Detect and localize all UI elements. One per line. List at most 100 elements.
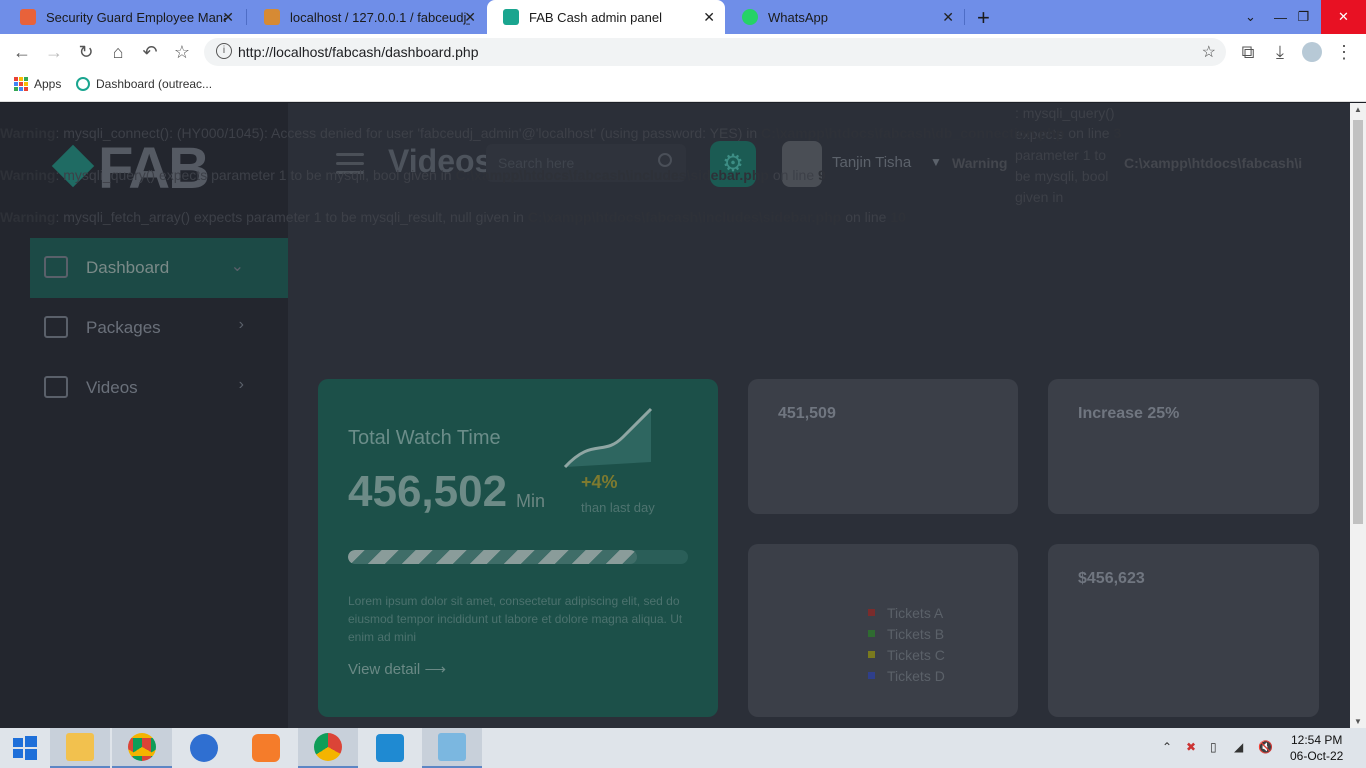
address-bar[interactable]: i http://localhost/fabcash/dashboard.php… [204, 38, 1226, 66]
browser-tab-strip: Security Guard Employee Manag ✕ localhos… [0, 0, 1366, 34]
tab-fab-cash[interactable]: FAB Cash admin panel ✕ [487, 0, 725, 34]
chevron-down-icon[interactable]: ▼ [930, 155, 942, 169]
home-icon[interactable]: ⌂ [108, 42, 128, 63]
reload-icon[interactable]: ↻ [76, 42, 96, 63]
battery-icon[interactable]: ▯ [1210, 740, 1217, 754]
view-detail-link[interactable]: View detail ⟶ [348, 660, 446, 678]
tickets-card: Tickets A Tickets B Tickets C Tickets D [748, 544, 1018, 717]
file-explorer-icon[interactable] [50, 728, 110, 768]
sidebar-item-dashboard[interactable]: Dashboard ⌄ [30, 238, 288, 298]
tab-favicon-icon [742, 9, 758, 25]
arrow-right-icon: ⟶ [424, 661, 446, 678]
scrollbar-thumb[interactable] [1353, 120, 1363, 524]
window-close-icon[interactable]: ✕ [1321, 0, 1366, 34]
vscode-icon[interactable] [360, 728, 420, 768]
chrome-profile-2-icon[interactable] [298, 728, 358, 768]
url-text[interactable]: http://localhost/fabcash/dashboard.php [238, 44, 479, 60]
windows-start-icon[interactable] [0, 728, 50, 768]
site-info-icon[interactable]: i [216, 43, 232, 59]
download-icon[interactable]: ⤓ [1270, 42, 1290, 63]
bookmark-apps[interactable]: Apps [14, 77, 61, 91]
tab-whatsapp[interactable]: WhatsApp ✕ [726, 0, 964, 34]
wifi-signal-icon[interactable]: ◢ [1234, 740, 1243, 754]
xampp-icon[interactable] [236, 728, 296, 768]
sidebar-item-label: Dashboard [86, 258, 170, 277]
new-tab-plus-icon[interactable]: + [977, 5, 990, 31]
legend-item: Tickets C [868, 644, 945, 665]
chevron-down-icon: ⌄ [230, 258, 244, 275]
tab-phpmyadmin[interactable]: localhost / 127.0.0.1 / fabceudj_y ✕ [248, 0, 486, 34]
chrome-icon[interactable] [112, 728, 172, 768]
sidebar-item-packages[interactable]: Packages › [30, 298, 288, 358]
clock-date: 06-Oct-22 [1290, 749, 1344, 763]
tab-favicon-icon [264, 9, 280, 25]
scroll-down-icon[interactable]: ▼ [1354, 717, 1362, 726]
monitor-icon [44, 316, 68, 338]
user-name[interactable]: Tanjin Tisha [832, 154, 911, 171]
page-scrollbar[interactable]: ▲ ▼ [1350, 103, 1366, 728]
tab-security-guard[interactable]: Security Guard Employee Manag ✕ [4, 0, 244, 34]
bookmark-dashboard[interactable]: Dashboard (outreac... [76, 77, 212, 91]
restore-icon[interactable]: ❐ [1281, 0, 1326, 34]
windows-taskbar: ⌃ ✖ ▯ ◢ 🔇 12:54 PM 06-Oct-22 [0, 728, 1366, 768]
legend-label: Tickets D [887, 667, 945, 684]
legend-item: Tickets B [868, 623, 945, 644]
legend-item: Tickets A [868, 602, 945, 623]
header-warning-label: Warning [952, 155, 1008, 171]
header-warning-file: C:\xampp\htdocs\fabcash\i [1124, 155, 1303, 171]
volume-muted-icon[interactable]: 🔇 [1258, 740, 1273, 754]
menu-dots-icon[interactable]: ⋮ [1334, 42, 1354, 63]
close-icon[interactable]: ✕ [942, 9, 954, 26]
vscode-logo-icon [376, 734, 404, 762]
tab-separator [246, 9, 247, 25]
dashboard-icon [44, 256, 68, 278]
legend-swatch [868, 630, 875, 637]
tab-separator [964, 9, 965, 25]
scroll-up-icon[interactable]: ▲ [1354, 105, 1362, 114]
apps-grid-icon [14, 77, 28, 91]
close-icon[interactable]: ✕ [222, 9, 234, 26]
chrome-profile-icon [190, 734, 218, 762]
bookmark-label: Apps [34, 77, 62, 91]
card-description: Lorem ipsum dolor sit amet, consectetur … [348, 594, 683, 644]
close-icon[interactable]: ✕ [464, 9, 476, 26]
card-title: Total Watch Time [348, 427, 501, 449]
clock-time: 12:54 PM [1290, 733, 1343, 747]
chrome-alt-icon[interactable] [174, 728, 234, 768]
chrome-logo-icon [128, 733, 156, 761]
profile-avatar[interactable] [1302, 42, 1322, 62]
back-arrow-icon[interactable]: ← [12, 42, 32, 63]
taskbar-clock[interactable]: 12:54 PM 06-Oct-22 [1290, 732, 1343, 764]
undo-icon[interactable]: ↶ [140, 42, 160, 63]
legend-label: Tickets C [887, 646, 945, 663]
tray-chevron-up-icon[interactable]: ⌃ [1162, 740, 1172, 754]
close-icon[interactable]: ✕ [703, 9, 715, 26]
legend-item: Tickets D [868, 665, 945, 686]
bookmarks-bar: Apps Dashboard (outreac... [0, 70, 1366, 102]
page-content: FAB Dashboard ⌄ Packages › Videos › Vide… [0, 103, 1350, 728]
dashboard-favicon-icon [76, 77, 90, 91]
watch-time-unit: Min [516, 491, 546, 511]
legend-swatch [868, 609, 875, 616]
view-detail-label: View detail [348, 661, 421, 678]
chrome-logo-icon [314, 733, 342, 761]
stat-value: 451,509 [778, 405, 836, 422]
progress-bar [348, 550, 688, 564]
forward-arrow-icon[interactable]: → [44, 42, 64, 63]
sidebar-item-videos[interactable]: Videos › [30, 358, 288, 418]
notepad-icon[interactable] [422, 728, 482, 768]
screenshot-crop-icon[interactable]: ⧉ [1238, 42, 1258, 63]
chevron-right-icon: › [238, 316, 244, 333]
network-error-icon[interactable]: ✖ [1186, 740, 1196, 754]
sidebar-item-label: Packages [86, 318, 161, 337]
browser-toolbar: ← → ↻ ⌂ ↶ ☆ i http://localhost/fabcash/d… [0, 34, 1366, 70]
bookmark-star-icon[interactable]: ☆ [172, 42, 192, 63]
stat-value: Increase 25% [1078, 405, 1180, 422]
search-icon[interactable] [658, 153, 672, 167]
php-warning: Warning: mysqli_fetch_array() expects pa… [0, 209, 906, 225]
stat-value: $456,623 [1078, 570, 1145, 587]
sidebar: FAB Dashboard ⌄ Packages › Videos › [0, 103, 288, 728]
php-warning: Warning: mysqli_query() expects paramete… [0, 167, 826, 183]
folder-icon [66, 733, 94, 761]
star-icon[interactable]: ☆ [1202, 42, 1216, 62]
